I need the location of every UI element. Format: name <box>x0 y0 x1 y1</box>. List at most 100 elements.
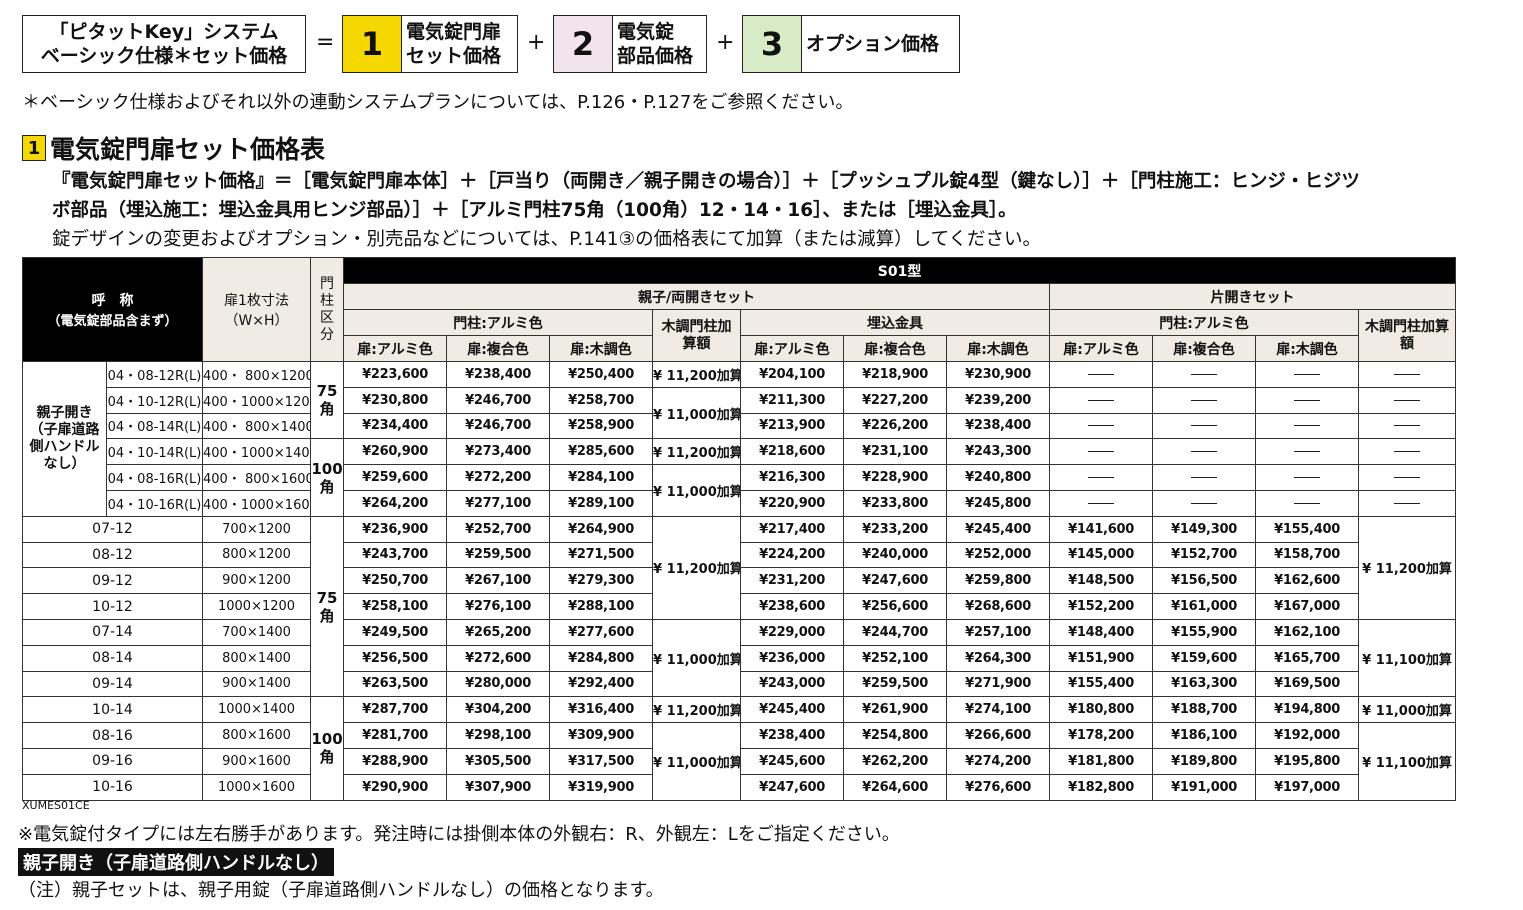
price-alu-post: ¥264,900 <box>549 515 654 543</box>
price-alu-post: ¥285,600 <box>549 438 654 466</box>
row-name: 10-14 <box>21 696 204 724</box>
price-single: ¥149,300 <box>1152 515 1257 543</box>
price-embed: ¥252,100 <box>843 644 948 672</box>
wood-add-double: ¥ 11,000加算 <box>652 386 742 440</box>
row-dimension: 800×1600 <box>202 722 312 749</box>
no-value-dash: ―― <box>1152 464 1257 491</box>
price-embed: ¥240,800 <box>946 464 1051 491</box>
no-value-dash: ―― <box>1152 361 1257 388</box>
row-name: 08-14 <box>21 644 204 672</box>
price-single: ¥151,900 <box>1049 644 1154 672</box>
price-embed: ¥231,200 <box>740 567 845 595</box>
price-alu-post: ¥280,000 <box>446 670 551 698</box>
no-value-dash: ―― <box>1152 438 1257 466</box>
row-name: 04・10-12R(L) <box>105 386 204 414</box>
header-embed: 埋込金具 <box>740 309 1051 336</box>
no-value-dash: ―― <box>1358 438 1457 466</box>
price-single: ¥155,900 <box>1152 618 1257 646</box>
price-single: ¥197,000 <box>1255 773 1360 801</box>
formula-item-2: 2 電気錠 部品価格 <box>553 15 707 73</box>
price-single: ¥194,800 <box>1255 696 1360 724</box>
price-alu-post: ¥246,700 <box>446 412 551 440</box>
price-alu-post: ¥236,900 <box>343 515 448 543</box>
price-embed: ¥274,200 <box>946 747 1051 775</box>
row-name: 09-14 <box>21 670 204 698</box>
price-embed: ¥236,000 <box>740 644 845 672</box>
price-alu-post: ¥250,700 <box>343 567 448 595</box>
price-alu-post: ¥271,500 <box>549 541 654 569</box>
header-alu-post-double: 門柱:アルミ色 <box>343 309 654 336</box>
price-embed: ¥247,600 <box>843 567 948 595</box>
section-desc-1: 『電気錠門扉セット価格』＝［電気錠門扉本体］＋［戸当り（両開き／親子開きの場合）… <box>52 171 1360 192</box>
no-value-dash: ―― <box>1255 438 1360 466</box>
price-alu-post: ¥319,900 <box>549 773 654 801</box>
row-name: 04・10-16R(L) <box>105 489 204 517</box>
wood-add-double: ¥ 11,200加算 <box>652 438 742 466</box>
price-embed: ¥238,600 <box>740 593 845 620</box>
price-embed: ¥261,900 <box>843 696 948 724</box>
price-embed: ¥224,200 <box>740 541 845 569</box>
post-size: 75角 <box>310 515 345 698</box>
price-embed: ¥227,200 <box>843 386 948 414</box>
price-embed: ¥204,100 <box>740 361 845 388</box>
no-value-dash: ―― <box>1358 361 1457 388</box>
price-single: ¥188,700 <box>1152 696 1257 724</box>
price-single: ¥145,000 <box>1049 541 1154 569</box>
wood-add-double: ¥ 11,200加算 <box>652 361 742 388</box>
row-name: 10-16 <box>21 773 204 801</box>
price-alu-post: ¥238,400 <box>446 361 551 388</box>
price-alu-post: ¥298,100 <box>446 722 551 749</box>
price-single: ¥186,100 <box>1152 722 1257 749</box>
price-single: ¥161,000 <box>1152 593 1257 620</box>
price-alu-post: ¥279,300 <box>549 567 654 595</box>
price-single: ¥162,600 <box>1255 567 1360 595</box>
price-alu-post: ¥307,900 <box>446 773 551 801</box>
system-label-line1: 「ピタットKey」システム <box>49 21 279 43</box>
price-alu-post: ¥246,700 <box>446 386 551 414</box>
row-dimension: 1000×1200 <box>202 593 312 620</box>
post-size: 75角 <box>310 360 345 440</box>
price-single: ¥180,800 <box>1049 696 1154 724</box>
price-single: ¥165,700 <box>1255 644 1360 672</box>
no-value-dash: ―― <box>1049 438 1154 466</box>
price-single: ¥155,400 <box>1255 515 1360 543</box>
system-label-line2: ベーシック仕様＊セット価格 <box>40 45 288 67</box>
price-alu-post: ¥305,500 <box>446 747 551 775</box>
price-single: ¥158,700 <box>1255 541 1360 569</box>
formula-item-1-line1: 電気錠門扉 <box>406 21 502 43</box>
table-row: 07-12 700×1200 75角 ¥236,900 ¥252,700 ¥264,900… <box>21 515 1457 698</box>
price-alu-post: ¥273,400 <box>446 438 551 466</box>
row-dimension: 900×1200 <box>202 567 312 595</box>
price-alu-post: ¥290,900 <box>343 773 448 801</box>
row-dimension: 400・ 800×1200 <box>202 361 312 388</box>
wood-add-double: ¥ 11,000加算 <box>652 618 742 698</box>
row-name: 08-16 <box>21 722 204 749</box>
row-name: 04・08-14R(L) <box>105 412 204 440</box>
price-embed: ¥231,100 <box>843 438 948 466</box>
price-embed: ¥230,900 <box>946 361 1051 388</box>
wood-add-double: ¥ 11,200加算 <box>652 696 742 724</box>
price-embed: ¥271,900 <box>946 670 1051 698</box>
price-single: ¥162,100 <box>1255 618 1360 646</box>
section-badge: 1 <box>22 135 46 161</box>
price-embed: ¥274,100 <box>946 696 1051 724</box>
price-single: ¥195,800 <box>1255 747 1360 775</box>
price-alu-post: ¥264,200 <box>343 489 448 517</box>
price-single: ¥167,000 <box>1255 593 1360 620</box>
price-embed: ¥245,400 <box>740 696 845 724</box>
price-single: ¥169,500 <box>1255 670 1360 698</box>
row-dimension: 800×1200 <box>202 541 312 569</box>
no-value-dash: ―― <box>1358 464 1457 491</box>
price-embed: ¥245,400 <box>946 515 1051 543</box>
header-color-composite: 扉:複合色 <box>1152 335 1257 362</box>
header-color-composite: 扉:複合色 <box>446 335 551 362</box>
header-dim: 扉1枚寸法 （W×H） <box>202 257 312 362</box>
price-alu-post: ¥263,500 <box>343 670 448 698</box>
price-embed: ¥216,300 <box>740 464 845 491</box>
price-alu-post: ¥265,200 <box>446 618 551 646</box>
row-name: 07-12 <box>21 515 204 543</box>
header-color-alu: 扉:アルミ色 <box>1049 335 1154 362</box>
row-name: 09-16 <box>21 747 204 775</box>
price-embed: ¥238,400 <box>946 412 1051 440</box>
price-embed: ¥257,100 <box>946 618 1051 646</box>
